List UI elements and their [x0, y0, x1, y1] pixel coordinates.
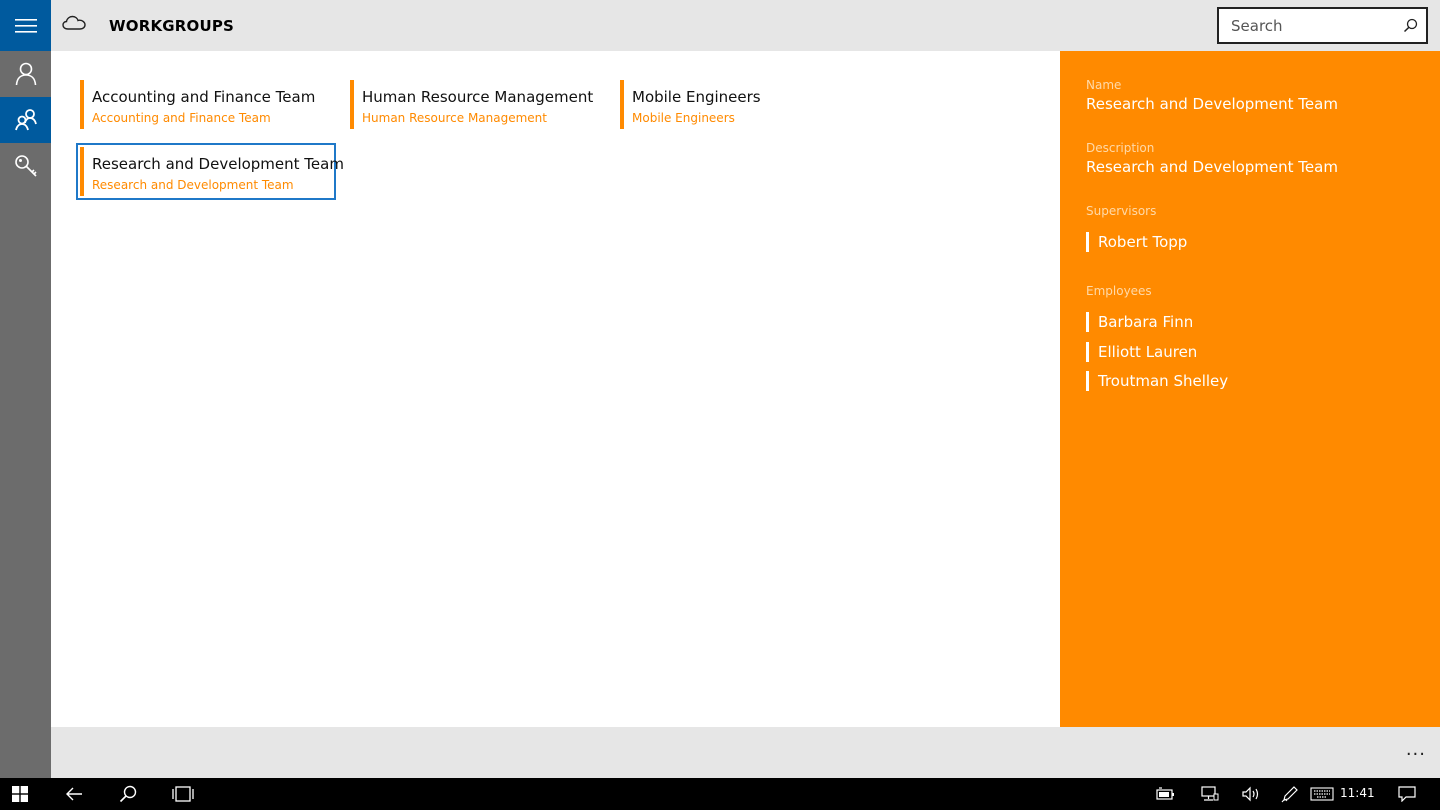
more-options-button[interactable]: ... — [1406, 739, 1426, 760]
workgroup-name: Research and Development Team — [92, 155, 344, 173]
header-bar: WORKGROUPS — [51, 0, 1440, 51]
workgroup-description: Accounting and Finance Team — [92, 111, 271, 125]
workgroup-card[interactable]: Accounting and Finance Team Accounting a… — [76, 76, 336, 133]
notification-icon — [1398, 786, 1416, 802]
employee-name: Troutman Shelley — [1098, 372, 1229, 390]
nav-rail — [0, 0, 51, 778]
person-bar — [1086, 312, 1089, 332]
windows-icon — [12, 786, 28, 802]
taskbar: 11:41 — [0, 778, 1440, 810]
nav-employees-button[interactable] — [0, 51, 51, 97]
taskbar-search-button[interactable] — [110, 778, 146, 810]
workgroup-card[interactable]: Mobile Engineers Mobile Engineers — [616, 76, 876, 133]
name-value: Research and Development Team — [1086, 95, 1338, 113]
hamburger-icon — [14, 18, 37, 33]
person-icon — [15, 62, 36, 86]
hamburger-menu-button[interactable] — [0, 0, 51, 51]
employees-label: Employees — [1086, 284, 1152, 298]
cloud-icon — [62, 15, 86, 30]
app-window: WORKGROUPS Accounting and Finance Team A… — [0, 0, 1440, 778]
person-bar — [1086, 232, 1089, 252]
accent-bar — [350, 80, 354, 129]
description-label: Description — [1086, 141, 1155, 155]
taskbar-clock[interactable]: 11:41 — [1340, 786, 1375, 800]
volume-button[interactable] — [1240, 778, 1264, 810]
name-label: Name — [1086, 78, 1122, 92]
workgroup-description: Research and Development Team — [92, 178, 294, 192]
back-button[interactable] — [56, 778, 92, 810]
employee-name: Elliott Lauren — [1098, 343, 1198, 361]
battery-icon — [1156, 787, 1174, 800]
workgroup-name: Accounting and Finance Team — [92, 88, 316, 106]
accent-bar — [80, 80, 84, 129]
accent-bar — [80, 147, 84, 196]
page-title: WORKGROUPS — [109, 17, 235, 35]
accent-bar — [620, 80, 624, 129]
command-bar: ... — [51, 727, 1440, 778]
details-panel: Name Research and Development Team Descr… — [1060, 51, 1440, 727]
action-center-button[interactable] — [1394, 778, 1420, 810]
employee-name: Barbara Finn — [1098, 313, 1194, 331]
search-input[interactable] — [1219, 9, 1394, 42]
group-icon — [14, 109, 37, 131]
task-view-icon — [172, 786, 194, 802]
supervisor-name: Robert Topp — [1098, 233, 1188, 251]
pen-workspace-button[interactable] — [1278, 778, 1302, 810]
workgroup-description: Mobile Engineers — [632, 111, 735, 125]
nav-permissions-button[interactable] — [0, 143, 51, 189]
search-icon — [119, 785, 137, 803]
workgroup-name: Mobile Engineers — [632, 88, 761, 106]
person-bar — [1086, 371, 1089, 391]
supervisors-label: Supervisors — [1086, 204, 1157, 218]
battery-button[interactable] — [1154, 778, 1178, 810]
workgroup-card[interactable]: Human Resource Management Human Resource… — [346, 76, 606, 133]
start-button[interactable] — [0, 778, 40, 810]
search-icon[interactable] — [1403, 18, 1418, 33]
search-box[interactable] — [1217, 7, 1428, 44]
network-icon — [1201, 786, 1219, 801]
key-icon — [14, 155, 37, 177]
person-bar — [1086, 342, 1089, 362]
back-icon — [66, 787, 82, 801]
workgroups-list: Accounting and Finance Team Accounting a… — [51, 51, 1060, 727]
description-value: Research and Development Team — [1086, 158, 1338, 176]
pen-icon — [1281, 786, 1298, 803]
network-button[interactable] — [1198, 778, 1222, 810]
touch-keyboard-button[interactable] — [1308, 778, 1336, 810]
workgroup-card-selected[interactable]: Research and Development Team Research a… — [76, 143, 344, 200]
nav-workgroups-button[interactable] — [0, 97, 51, 143]
task-view-button[interactable] — [165, 778, 201, 810]
volume-icon — [1242, 786, 1259, 802]
workgroup-description: Human Resource Management — [362, 111, 547, 125]
workgroup-name: Human Resource Management — [362, 88, 594, 106]
keyboard-icon — [1310, 787, 1334, 801]
